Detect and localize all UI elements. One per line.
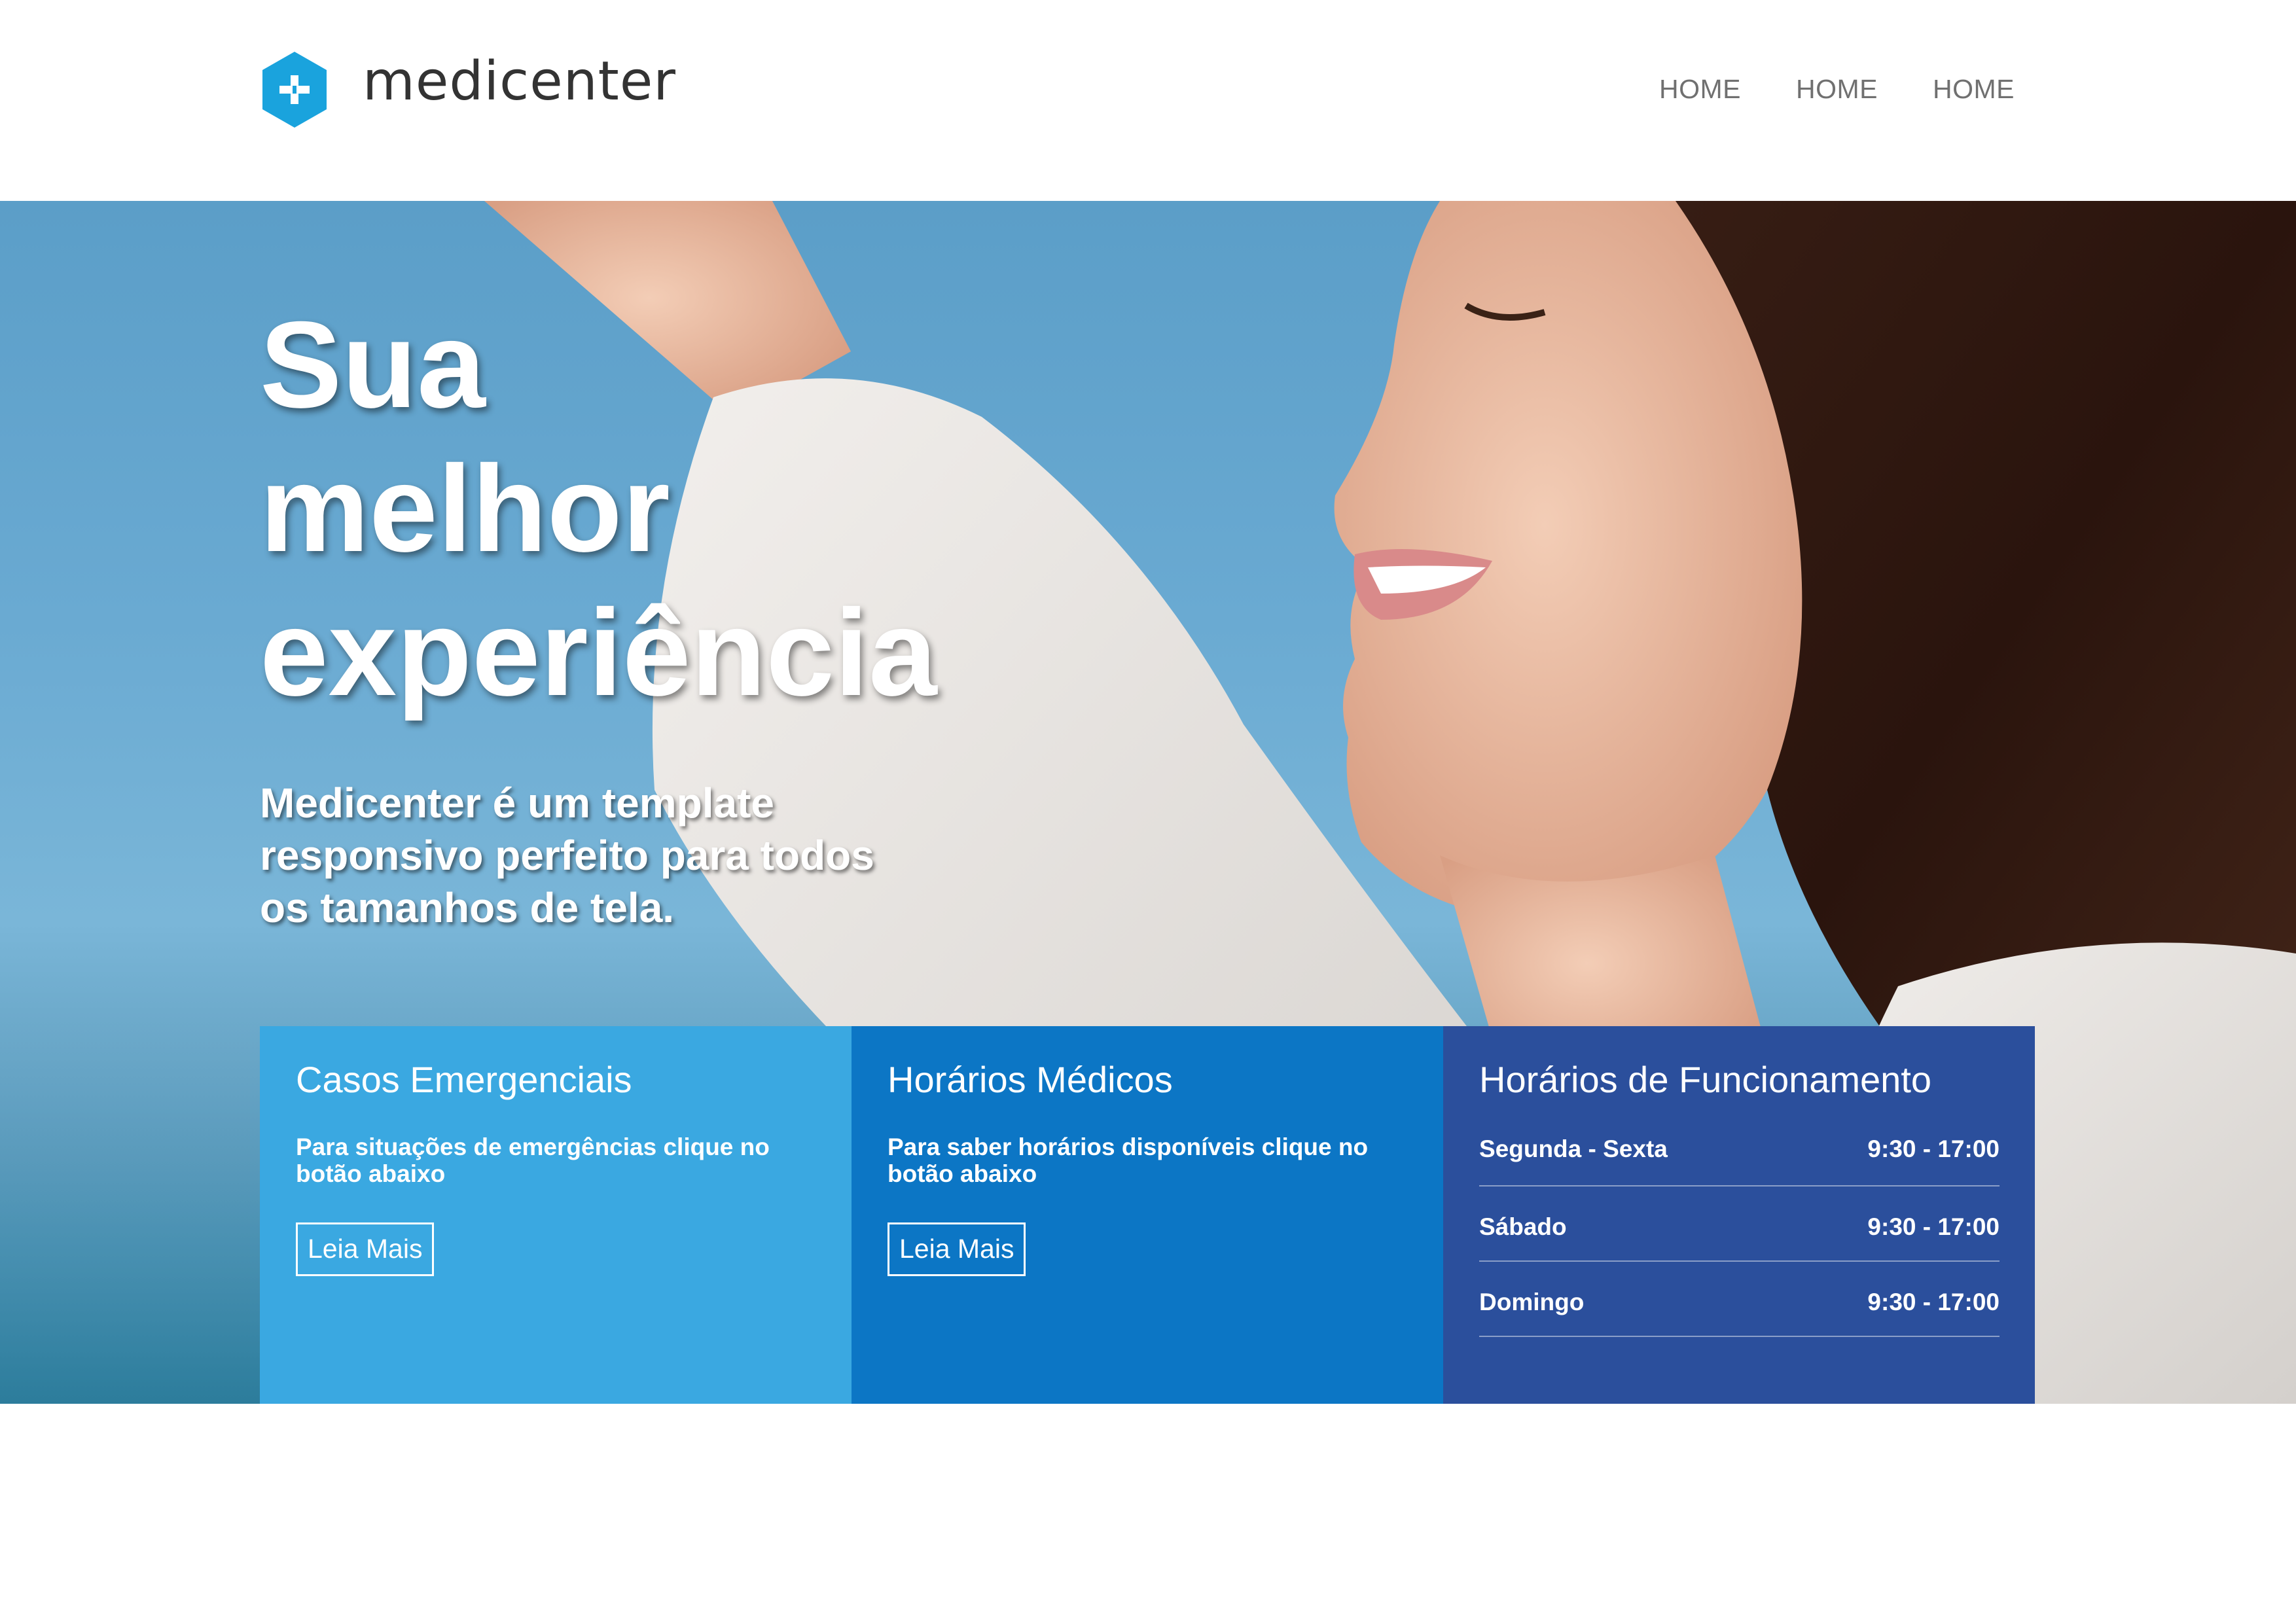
hero-subtitle-line: Medicenter é um template [260, 779, 774, 827]
hours-row: Domingo 9:30 - 17:00 [1479, 1262, 2000, 1337]
site-header: medicenter HOME HOME HOME [0, 0, 2296, 201]
schedule-box: Horários Médicos Para saber horários dis… [852, 1026, 1443, 1404]
hours-time: 9:30 - 17:00 [1867, 1289, 2000, 1315]
main-nav: HOME HOME HOME [1659, 76, 2015, 103]
opening-hours-list: Segunda - Sexta 9:30 - 17:00 Sábado 9:30… [1479, 1135, 2000, 1337]
medical-plus-hexagon-icon [262, 52, 327, 128]
hours-time: 9:30 - 17:00 [1867, 1135, 2000, 1162]
nav-home-2[interactable]: HOME [1796, 76, 1878, 103]
logo-link[interactable]: medicenter [260, 50, 676, 129]
hero-subtitle-line: os tamanhos de tela. [260, 884, 675, 931]
hero-title-line: melhor [260, 440, 670, 577]
hours-day: Sábado [1479, 1213, 1567, 1240]
emergency-title: Casos Emergenciais [296, 1059, 632, 1100]
schedule-read-more-button[interactable]: Leia Mais [888, 1222, 1026, 1276]
emergency-box: Casos Emergenciais Para situações de eme… [260, 1026, 852, 1404]
info-boxes: Casos Emergenciais Para situações de eme… [260, 1026, 2035, 1404]
schedule-text: Para saber horários disponíveis clique n… [888, 1133, 1369, 1187]
hours-row: Sábado 9:30 - 17:00 [1479, 1186, 2000, 1262]
page: medicenter HOME HOME HOME Sua melhor exp… [0, 0, 2296, 1623]
opening-hours-title: Horários de Funcionamento [1479, 1059, 1932, 1100]
nav-home-1[interactable]: HOME [1659, 76, 1741, 103]
hero-title: Sua melhor experiência [260, 293, 1045, 724]
emergency-text: Para situações de emergências clique no … [296, 1133, 770, 1187]
brand-name: medicenter [363, 50, 676, 113]
hero-title-line: experiência [260, 584, 937, 721]
hero-subtitle: Medicenter é um template responsivo perf… [260, 777, 980, 934]
nav-home-3[interactable]: HOME [1933, 76, 2015, 103]
opening-hours-box: Horários de Funcionamento Segunda - Sext… [1443, 1026, 2035, 1404]
hours-row: Segunda - Sexta 9:30 - 17:00 [1479, 1135, 2000, 1186]
schedule-title: Horários Médicos [888, 1059, 1173, 1100]
hero-title-line: Sua [260, 296, 486, 433]
hours-time: 9:30 - 17:00 [1867, 1213, 2000, 1240]
hours-day: Segunda - Sexta [1479, 1135, 1668, 1162]
emergency-read-more-button[interactable]: Leia Mais [296, 1222, 435, 1276]
hero-subtitle-line: responsivo perfeito para todos [260, 832, 874, 879]
hours-day: Domingo [1479, 1289, 1585, 1315]
